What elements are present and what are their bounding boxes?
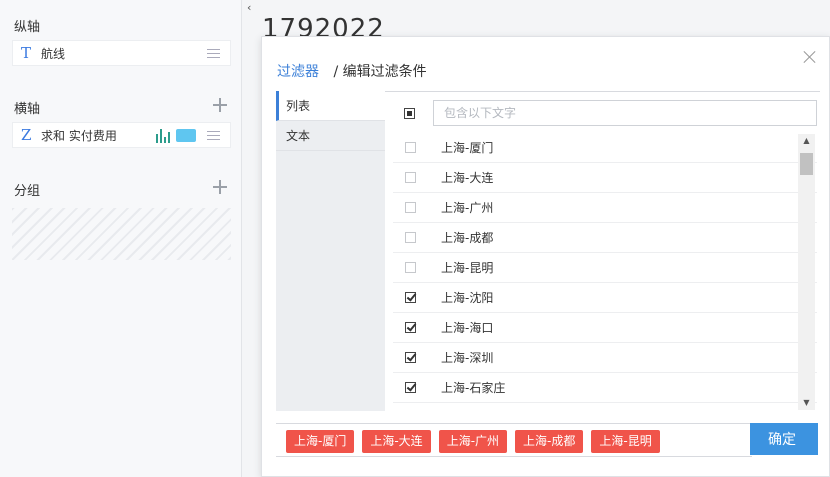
text-type-icon: T — [21, 44, 32, 62]
item-checkbox[interactable] — [405, 232, 416, 243]
item-label: 上海-广州 — [441, 201, 494, 215]
item-checkbox[interactable] — [405, 202, 416, 213]
vertical-axis-field-label: 航线 — [41, 46, 66, 61]
list-item[interactable]: 上海-厦门 — [393, 133, 817, 163]
list-item[interactable]: 上海-福州 — [393, 403, 817, 411]
group-title: 分组 — [14, 184, 41, 199]
selected-chip[interactable]: 上海-昆明 — [591, 430, 660, 453]
group-drop-zone[interactable] — [12, 208, 231, 260]
list-item[interactable]: 上海-深圳 — [393, 343, 817, 373]
selected-items-bar: 上海-厦门 上海-大连 上海-广州 上海-成都 上海-昆明 — [276, 423, 752, 457]
vertical-axis-title: 纵轴 — [14, 20, 41, 35]
selected-chips: 上海-厦门 上海-大连 上海-广州 上海-成都 上海-昆明 — [286, 430, 668, 453]
number-type-icon: Z — [21, 126, 32, 144]
scroll-up-arrow-icon[interactable]: ▲ — [798, 134, 815, 148]
bar-chart-icon[interactable] — [156, 129, 170, 143]
list-item[interactable]: 上海-大连 — [393, 163, 817, 193]
filter-list-area: 上海-厦门上海-大连上海-广州上海-成都上海-昆明上海-沈阳上海-海口上海-深圳… — [393, 97, 820, 411]
add-group-icon[interactable] — [213, 180, 227, 194]
item-label: 上海-沈阳 — [441, 291, 494, 305]
breadcrumb: 过滤器 / 编辑过滤条件 — [277, 61, 427, 81]
item-checkbox[interactable] — [405, 292, 416, 303]
item-checkbox[interactable] — [405, 172, 416, 183]
list-item[interactable]: 上海-广州 — [393, 193, 817, 223]
list-item[interactable]: 上海-海口 — [393, 313, 817, 343]
selected-chip[interactable]: 上海-广州 — [438, 430, 508, 453]
collapse-arrow-icon[interactable]: ‹ — [247, 2, 257, 13]
add-horizontal-axis-icon[interactable] — [213, 98, 227, 112]
filter-item-list: 上海-厦门上海-大连上海-广州上海-成都上海-昆明上海-沈阳上海-海口上海-深圳… — [393, 133, 817, 411]
list-item[interactable]: 上海-沈阳 — [393, 283, 817, 313]
list-item[interactable]: 上海-成都 — [393, 223, 817, 253]
horizontal-axis-field-label: 求和 实付费用 — [41, 128, 117, 143]
filter-search-input[interactable] — [433, 100, 817, 126]
horizontal-axis-title: 横轴 — [14, 102, 41, 117]
divider — [383, 91, 820, 92]
breadcrumb-current: / 编辑过滤条件 — [333, 64, 427, 80]
item-label: 上海-昆明 — [441, 261, 494, 275]
item-label: 上海-海口 — [441, 321, 494, 335]
item-checkbox[interactable] — [405, 142, 416, 153]
series-color-swatch[interactable] — [176, 129, 196, 142]
tab-text[interactable]: 文本 — [276, 121, 385, 151]
scroll-thumb[interactable] — [800, 153, 813, 175]
item-checkbox[interactable] — [405, 322, 416, 333]
list-scrollbar[interactable]: ▲ ▼ — [798, 134, 815, 410]
field-config-panel: 纵轴 T 航线 横轴 Z 求和 实付费用 分组 — [0, 0, 242, 477]
item-label: 上海-石家庄 — [441, 381, 506, 395]
confirm-button[interactable]: 确定 — [750, 423, 818, 455]
close-icon[interactable] — [803, 50, 817, 64]
item-label: 上海-福州 — [441, 409, 493, 411]
horizontal-axis-field[interactable]: Z 求和 实付费用 — [12, 122, 231, 148]
filter-type-tabs: 列表 文本 — [276, 91, 385, 411]
scroll-down-arrow-icon[interactable]: ▼ — [798, 396, 815, 410]
breadcrumb-filter-link[interactable]: 过滤器 — [277, 64, 319, 80]
vertical-axis-field[interactable]: T 航线 — [12, 40, 231, 66]
item-checkbox[interactable] — [405, 382, 416, 393]
item-label: 上海-大连 — [441, 171, 494, 185]
list-item[interactable]: 上海-昆明 — [393, 253, 817, 283]
selected-chip[interactable]: 上海-大连 — [362, 430, 431, 453]
item-label: 上海-厦门 — [441, 141, 494, 155]
drag-handle-icon[interactable] — [207, 131, 220, 140]
item-checkbox[interactable] — [405, 352, 416, 363]
selected-chip[interactable]: 上海-成都 — [515, 430, 584, 453]
selected-chip[interactable]: 上海-厦门 — [286, 430, 355, 453]
item-checkbox[interactable] — [405, 262, 416, 273]
filter-dialog: 过滤器 / 编辑过滤条件 列表 文本 上海-厦门上海-大连上海-广州上海-成都上… — [261, 36, 830, 477]
select-all-checkbox[interactable] — [404, 108, 415, 119]
list-item[interactable]: 上海-石家庄 — [393, 373, 817, 403]
item-label: 上海-成都 — [441, 231, 494, 245]
drag-handle-icon[interactable] — [207, 49, 220, 58]
tab-list[interactable]: 列表 — [276, 91, 385, 121]
item-label: 上海-深圳 — [441, 351, 494, 365]
